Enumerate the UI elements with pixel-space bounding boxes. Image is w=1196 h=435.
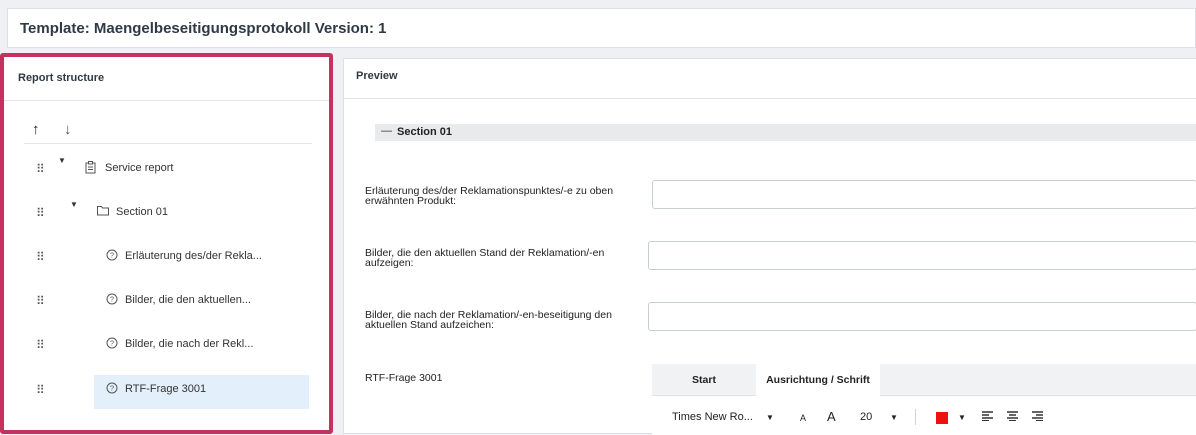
clipboard-icon [85, 161, 96, 177]
divider [24, 143, 312, 144]
font-name-select[interactable]: Times New Ro... [672, 411, 753, 423]
align-center-icon[interactable] [1007, 411, 1018, 424]
tree-item-rtf-selected[interactable]: ⠿ ? RTF-Frage 3001 [24, 375, 314, 409]
move-down-icon[interactable]: ↓ [64, 121, 72, 138]
report-structure-title: Report structure [18, 72, 105, 84]
caret-down-icon[interactable]: ▼ [70, 200, 78, 209]
section-header[interactable]: — Section 01 [375, 124, 1196, 141]
move-up-icon[interactable]: ↑ [32, 121, 40, 138]
font-color-button[interactable] [936, 412, 948, 424]
collapse-icon[interactable]: — [381, 125, 392, 137]
tree-item-label: Bilder, die nach der Rekl... [125, 338, 254, 350]
page-title: Template: Maengelbeseitigungsprotokoll V… [20, 20, 387, 37]
drag-handle-icon[interactable]: ⠿ [36, 162, 45, 176]
drag-handle-icon[interactable]: ⠿ [36, 206, 45, 220]
chevron-down-icon[interactable]: ▼ [890, 413, 898, 422]
svg-text:?: ? [110, 339, 114, 348]
question-input[interactable] [648, 241, 1196, 270]
preview-title: Preview [356, 70, 398, 82]
question-input[interactable] [648, 302, 1196, 331]
page: Template: Maengelbeseitigungsprotokoll V… [0, 0, 1196, 435]
drag-handle-icon[interactable]: ⠿ [36, 338, 45, 352]
editor-toolbar: Times New Ro... ▼ A A 20 ▼ ▼ [652, 397, 1196, 435]
title-bar: Template: Maengelbeseitigungsprotokoll V… [7, 8, 1196, 48]
font-shrink-icon[interactable]: A [800, 413, 806, 423]
question-label: Bilder, die den aktuellen Stand der Rekl… [365, 247, 605, 269]
preview-header: Preview [344, 59, 1196, 99]
question-circle-icon: ? [106, 293, 118, 308]
caret-down-icon[interactable]: ▼ [58, 156, 66, 165]
tree-item-label: Erläuterung des/der Rekla... [125, 250, 262, 262]
chevron-down-icon[interactable]: ▼ [766, 413, 774, 422]
preview-panel: Preview — Section 01 Erläuterung des/der… [343, 58, 1196, 435]
question-label: Bilder, die nach der Reklamation/-en-bes… [365, 309, 612, 331]
tree-item-question[interactable]: ⠿ ? Erläuterung des/der Rekla... [24, 242, 314, 274]
tab-alignment-font[interactable]: Ausrichtung / Schrift [756, 364, 880, 396]
tree-item-label: Bilder, die den aktuellen... [125, 294, 251, 306]
svg-text:?: ? [110, 251, 114, 260]
svg-text:?: ? [110, 295, 114, 304]
section-title: Section 01 [397, 126, 453, 138]
tree-item-service-report[interactable]: ⠿ ▼ Service report [24, 154, 314, 186]
tab-start[interactable]: Start [652, 364, 756, 396]
font-size-select[interactable]: 20 [860, 411, 872, 423]
align-left-icon[interactable] [982, 411, 993, 424]
question-circle-icon: ? [106, 337, 118, 352]
tree-item-label: Section 01 [116, 206, 168, 218]
question-circle-icon: ? [106, 382, 118, 397]
svg-text:?: ? [110, 384, 114, 393]
tree-item-label: RTF-Frage 3001 [125, 383, 207, 395]
drag-handle-icon[interactable]: ⠿ [36, 250, 45, 264]
report-structure-header: Report structure [4, 57, 329, 101]
tree-item-question[interactable]: ⠿ ? Bilder, die nach der Rekl... [24, 330, 314, 362]
align-right-icon[interactable] [1032, 411, 1043, 424]
question-label: RTF-Frage 3001 [365, 372, 443, 384]
editor-tab-bar: Start Ausrichtung / Schrift [652, 364, 1196, 396]
folder-icon [97, 205, 110, 219]
question-input[interactable] [652, 180, 1196, 209]
rich-text-editor: Start Ausrichtung / Schrift Times New Ro… [652, 364, 1196, 435]
report-structure-panel: Report structure ↑ ↓ ⠿ ▼ Service report … [0, 53, 333, 434]
tree-item-label: Service report [105, 162, 174, 174]
question-circle-icon: ? [106, 249, 118, 264]
drag-handle-icon[interactable]: ⠿ [36, 294, 45, 308]
chevron-down-icon[interactable]: ▼ [958, 413, 966, 422]
drag-handle-icon[interactable]: ⠿ [36, 383, 45, 397]
question-label: Erläuterung des/der Reklamationspunktes/… [365, 185, 614, 207]
tree-item-question[interactable]: ⠿ ? Bilder, die den aktuellen... [24, 286, 314, 318]
font-grow-icon[interactable]: A [827, 409, 836, 424]
tree-item-section-01[interactable]: ⠿ ▼ Section 01 [24, 198, 314, 230]
divider [915, 409, 916, 425]
